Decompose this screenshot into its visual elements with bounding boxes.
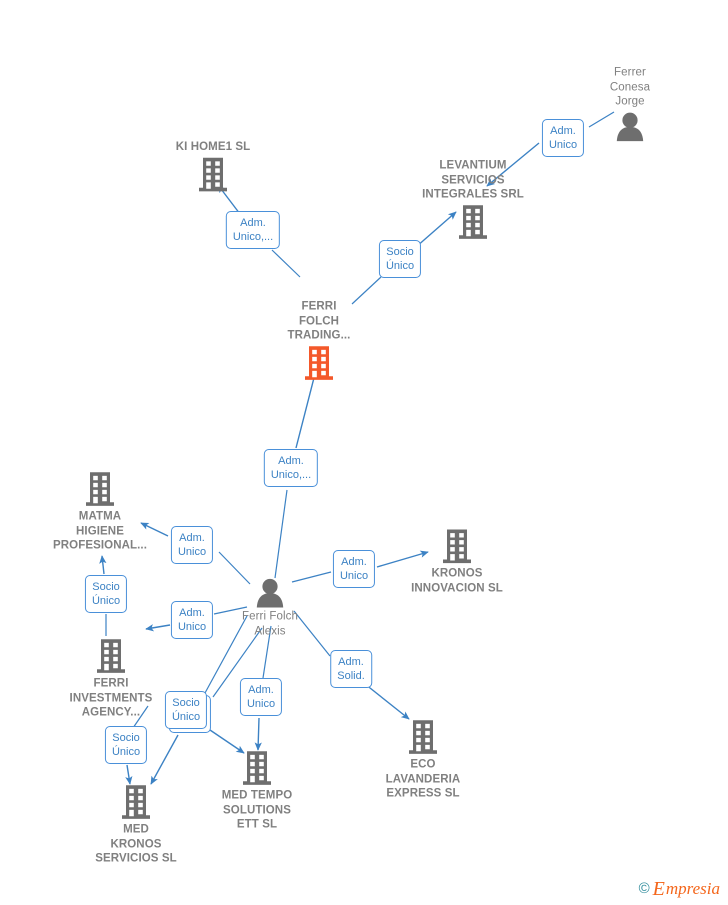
graph-node-med-tempo-solutions-ett[interactable]: MED TEMPO SOLUTIONS ETT SL: [197, 750, 317, 832]
edge-label-socio-unico-med-tempo[interactable]: Socio Único: [164, 691, 208, 729]
watermark-brand-initial: E: [652, 878, 665, 900]
edge-line-arrow: [145, 624, 171, 632]
building-icon: [197, 750, 317, 786]
edge-line: [271, 249, 301, 278]
graph-node-ferri-folch-trading[interactable]: FERRI FOLCH TRADING...: [259, 299, 379, 381]
building-icon: [413, 204, 533, 240]
edge-label-adm-unico-alexis-ferri-investments[interactable]: Adm. Unico: [170, 601, 214, 639]
edge-line-arrow: [125, 764, 133, 785]
node-label: FERRI FOLCH TRADING...: [287, 300, 351, 342]
edge-label-adm-unico-ferrer-levantium[interactable]: Adm. Unico: [541, 119, 585, 157]
node-label: KRONOS INNOVACION SL: [411, 567, 503, 595]
person-icon: [210, 578, 330, 608]
building-icon: [153, 156, 273, 192]
empresia-watermark: © E mpresia: [639, 879, 720, 899]
copyright-icon: ©: [638, 880, 650, 897]
person-icon: [570, 111, 690, 141]
graph-node-eco-lavanderia-express[interactable]: ECO LAVANDERIA EXPRESS SL: [363, 719, 483, 801]
node-label: ECO LAVANDERIA EXPRESS SL: [385, 758, 461, 800]
node-label: MATMA HIGIENE PROFESIONAL...: [52, 510, 148, 552]
edge-label-adm-unico-trading-kihome1[interactable]: Adm. Unico,...: [225, 211, 281, 249]
graph-node-ferri-folch-alexis[interactable]: Ferri Folch Alexis: [210, 578, 330, 639]
building-icon: [397, 529, 517, 565]
edge-line-arrow: [295, 369, 318, 449]
graph-node-kronos-innovacion[interactable]: KRONOS INNOVACION SL: [397, 529, 517, 596]
graph-node-med-kronos-servicios[interactable]: MED KRONOS SERVICIOS SL: [76, 784, 196, 866]
node-label: Ferri Folch Alexis: [241, 610, 299, 638]
node-label: MED TEMPO SOLUTIONS ETT SL: [221, 789, 293, 831]
edge-line-arrow: [150, 734, 179, 785]
edge-label-adm-unico-alexis-matma[interactable]: Adm. Unico: [170, 526, 214, 564]
graph-node-ki-home1[interactable]: KI HOME1 SL: [153, 140, 273, 193]
graph-node-ferri-investments-agency[interactable]: FERRI INVESTMENTS AGENCY...: [51, 638, 171, 720]
building-icon: [51, 638, 171, 674]
edge-line-arrow: [254, 717, 262, 751]
node-label: MED KRONOS SERVICIOS SL: [95, 823, 177, 865]
edge-label-socio-unico-ferri-investments-med-kronos[interactable]: Socio Único: [104, 726, 148, 764]
edge-label-socio-unico-trading-levantium[interactable]: Socio Único: [378, 240, 422, 278]
graph-node-matma-higiene-profesional[interactable]: MATMA HIGIENE PROFESIONAL...: [40, 471, 160, 553]
edge-label-adm-solid-alexis-eco-lavanderia[interactable]: Adm. Solid.: [330, 650, 372, 688]
node-label: LEVANTIUM SERVICIOS INTEGRALES SRL: [422, 159, 524, 201]
graph-node-levantium-servicios-integrales[interactable]: LEVANTIUM SERVICIOS INTEGRALES SRL: [413, 158, 533, 240]
edge-label-socio-unico-ferri-investments-matma[interactable]: Socio Único: [84, 575, 128, 613]
edge-line-arrow: [364, 683, 410, 720]
node-label: KI HOME1 SL: [175, 140, 251, 153]
watermark-brand-rest: mpresia: [665, 879, 720, 898]
edge-line: [274, 489, 288, 579]
edge-label-adm-unico-alexis-trading[interactable]: Adm. Unico,...: [263, 449, 319, 487]
building-icon: [363, 719, 483, 755]
network-graph-canvas: Ferrer Conesa Jorge KI HOME1 SL LEVANTIU…: [0, 0, 728, 905]
node-label: FERRI INVESTMENTS AGENCY...: [69, 677, 153, 719]
graph-node-ferrer-conesa-jorge[interactable]: Ferrer Conesa Jorge: [570, 65, 690, 141]
edge-label-adm-unico-alexis-kronos-innovacion[interactable]: Adm. Unico: [332, 550, 376, 588]
edge-line-arrow: [99, 555, 107, 575]
edge-label-adm-unico-alexis-med-tempo[interactable]: Adm. Unico: [239, 678, 283, 716]
building-icon: [40, 471, 160, 507]
building-icon-highlighted: [259, 345, 379, 381]
node-label: Ferrer Conesa Jorge: [609, 66, 651, 108]
building-icon: [76, 784, 196, 820]
